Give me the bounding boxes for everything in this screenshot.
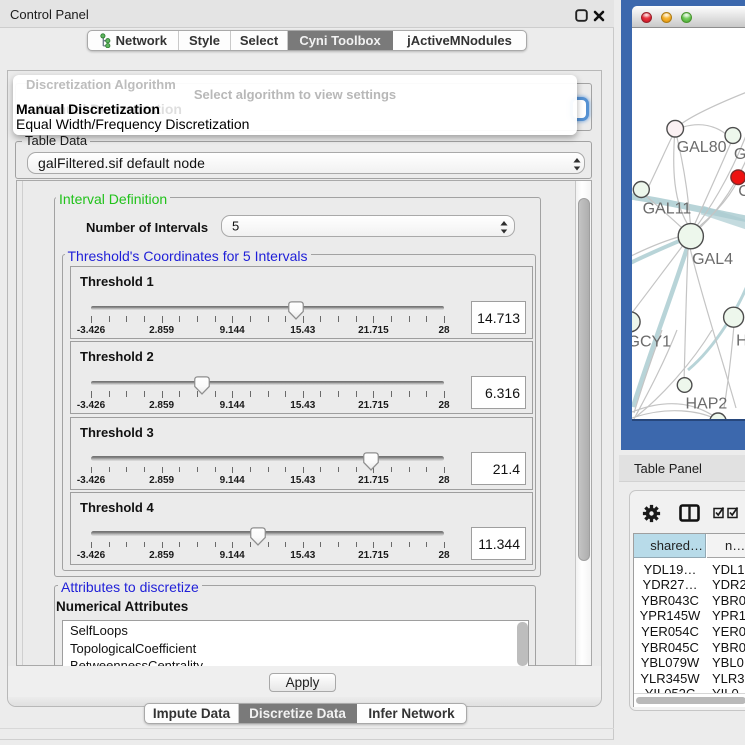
svg-text:GAL11: GAL11 xyxy=(643,201,692,218)
svg-text:GAL4: GAL4 xyxy=(692,251,733,268)
svg-text:C: C xyxy=(738,183,745,200)
svg-text:HAP2: HAP2 xyxy=(686,396,728,413)
svg-text:GCY1: GCY1 xyxy=(632,334,671,351)
svg-text:GAL80: GAL80 xyxy=(677,139,727,156)
svg-text:H: H xyxy=(736,333,745,350)
svg-text:G.: G. xyxy=(734,146,745,163)
